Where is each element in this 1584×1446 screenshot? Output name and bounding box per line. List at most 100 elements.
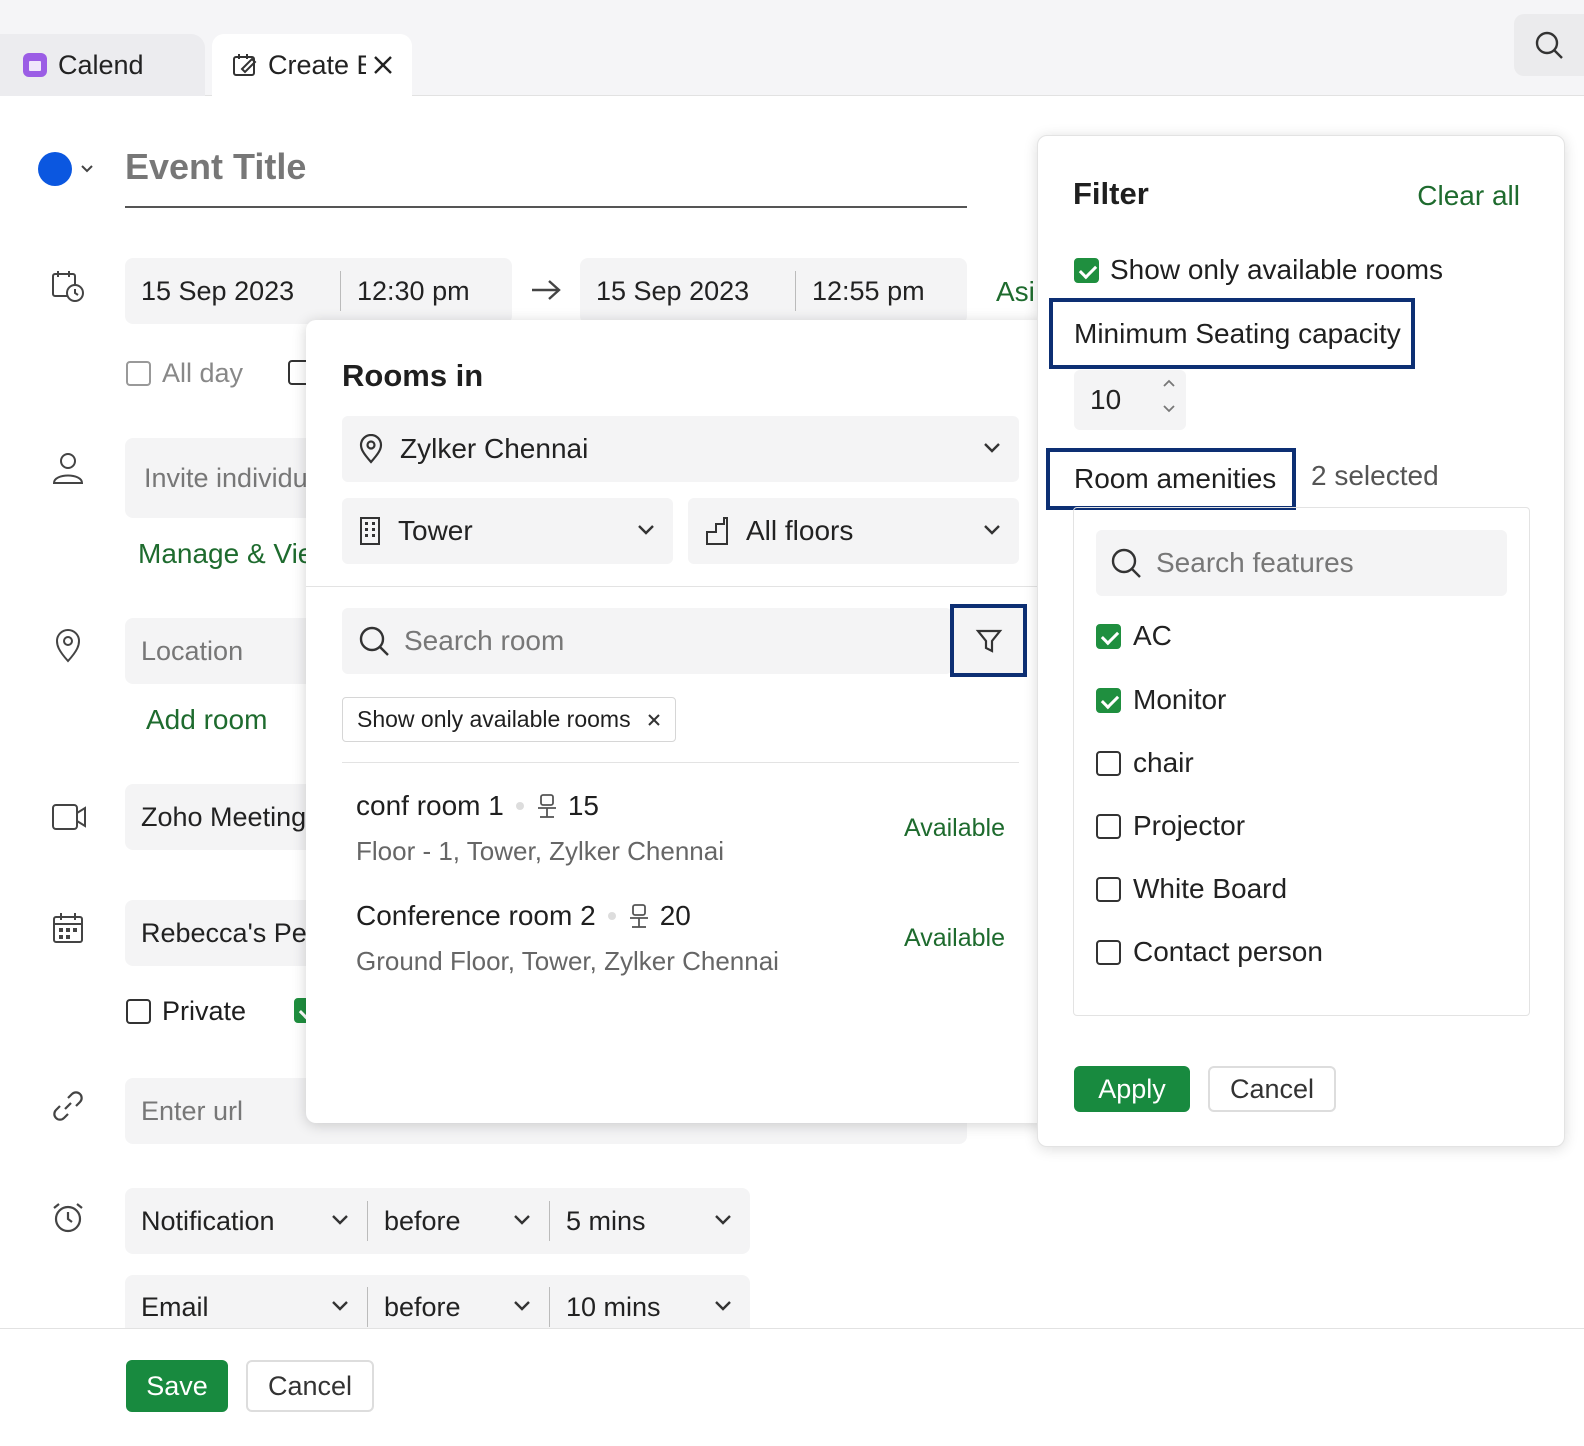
add-room-link[interactable]: Add room xyxy=(146,704,267,736)
reminder-amount-value: 5 mins xyxy=(566,1205,646,1236)
close-icon[interactable] xyxy=(647,713,661,727)
filter-heading: Filter xyxy=(1073,176,1149,211)
amenity-projector[interactable]: Projector xyxy=(1096,810,1245,842)
chevron-down-icon[interactable] xyxy=(1162,404,1176,414)
chevron-down-icon xyxy=(983,442,1001,454)
room-amenities-text: Room amenities xyxy=(1074,463,1277,494)
start-date-input[interactable]: 15 Sep 2023 xyxy=(125,276,340,307)
amenity-white-board[interactable]: White Board xyxy=(1096,873,1287,905)
tab-calendar[interactable]: Calend xyxy=(0,34,205,96)
calendar-edit-icon xyxy=(232,52,258,78)
room-status: Available xyxy=(903,814,1005,842)
floor-select[interactable]: All floors xyxy=(688,498,1019,564)
end-date-input[interactable]: 15 Sep 2023 xyxy=(580,276,795,307)
available-rooms-chip: Show only available rooms xyxy=(342,697,676,742)
tab-create-event[interactable]: Create E xyxy=(212,34,412,96)
feature-search-input[interactable]: Search features xyxy=(1096,530,1507,596)
rooms-heading: Rooms in xyxy=(342,358,484,393)
invite-input[interactable]: Invite individu xyxy=(125,438,325,518)
room-address: Floor - 1, Tower, Zylker Chennai xyxy=(356,836,724,866)
calendar-select[interactable]: Rebecca's Per xyxy=(125,900,325,966)
amenity-label: Projector xyxy=(1133,810,1246,841)
amenity-chair[interactable]: chair xyxy=(1096,747,1194,779)
start-time-input[interactable]: 12:30 pm xyxy=(341,276,470,307)
building-select[interactable]: Tower xyxy=(342,498,673,564)
all-day-label: All day xyxy=(162,358,244,388)
meeting-provider-value: Zoho Meeting xyxy=(141,801,307,832)
search-icon xyxy=(1534,30,1584,60)
tab-bar: Calend Create E xyxy=(0,0,1584,96)
cancel-button[interactable]: Cancel xyxy=(246,1360,374,1412)
room-list-item[interactable]: Conference room 2 20 Ground Floor, Tower… xyxy=(342,896,1019,992)
chevron-down-icon xyxy=(714,1300,732,1312)
available-only-checkbox[interactable]: Show only available rooms xyxy=(1074,254,1443,286)
chevron-down-icon xyxy=(513,1214,531,1226)
room-search-input[interactable]: Search room xyxy=(342,608,952,674)
location-select-value: Zylker Chennai xyxy=(400,433,589,464)
filter-cancel-button[interactable]: Cancel xyxy=(1208,1066,1336,1112)
amenity-check xyxy=(1096,813,1121,839)
reminder-type-value: Notification xyxy=(141,1205,275,1236)
chevron-down-icon xyxy=(637,524,655,536)
room-list-item[interactable]: conf room 1 15 Floor - 1, Tower, Zylker … xyxy=(342,786,1019,882)
separator-dot xyxy=(515,802,524,810)
reminder-amount-select[interactable]: 5 mins xyxy=(550,1188,750,1254)
video-camera-icon xyxy=(50,800,90,840)
private-checkbox[interactable]: Private xyxy=(126,996,246,1027)
reminder-amount-select[interactable]: 10 mins xyxy=(550,1287,750,1327)
close-icon[interactable] xyxy=(372,54,394,76)
invite-placeholder: Invite individu xyxy=(144,462,308,493)
room-status: Available xyxy=(903,924,1005,952)
reminder-when-select[interactable]: before xyxy=(368,1287,549,1327)
amenity-label: White Board xyxy=(1133,873,1288,904)
room-address: Ground Floor, Tower, Zylker Chennai xyxy=(356,946,779,976)
reminder-type-select[interactable]: Notification xyxy=(125,1188,367,1254)
amenity-check xyxy=(1096,687,1121,713)
amenity-ac[interactable]: AC xyxy=(1096,620,1172,652)
divider xyxy=(342,762,1019,763)
event-title-input[interactable]: Event Title xyxy=(125,146,967,208)
filter-button[interactable] xyxy=(950,604,1027,677)
building-select-value: Tower xyxy=(398,515,473,546)
global-search-button[interactable] xyxy=(1514,14,1584,76)
reminder-when-value: before xyxy=(384,1205,461,1236)
timezone-link[interactable]: Asi xyxy=(996,276,1035,308)
alarm-clock-icon xyxy=(50,1200,90,1240)
amenities-count: 2 selected xyxy=(1311,460,1439,491)
location-input[interactable]: Location xyxy=(125,618,325,684)
divider xyxy=(306,586,1046,587)
chevron-down-icon xyxy=(331,1300,349,1312)
reminder-type-select[interactable]: Email xyxy=(125,1287,367,1327)
seating-capacity-label: Minimum Seating capacity xyxy=(1049,298,1415,369)
meeting-provider-select[interactable]: Zoho Meeting xyxy=(125,784,325,850)
room-name: conf room 1 xyxy=(356,790,504,821)
floor-stairs-icon xyxy=(704,516,730,546)
save-button[interactable]: Save xyxy=(126,1360,228,1412)
manage-view-link[interactable]: Manage & Vie xyxy=(138,538,313,570)
feature-search-placeholder: Search features xyxy=(1156,547,1354,578)
amenity-monitor[interactable]: Monitor xyxy=(1096,684,1226,716)
search-icon xyxy=(1110,547,1142,579)
filter-funnel-icon xyxy=(975,627,1003,655)
seating-capacity-value: 10 xyxy=(1090,384,1122,415)
clear-all-link[interactable]: Clear all xyxy=(1417,180,1520,212)
chip-label: Show only available rooms xyxy=(357,706,631,732)
chevron-down-icon xyxy=(80,164,94,174)
calendar-clock-icon xyxy=(50,268,90,308)
seating-capacity-stepper[interactable]: 10 xyxy=(1074,370,1186,430)
apply-button[interactable]: Apply xyxy=(1074,1066,1190,1112)
amenity-label: Contact person xyxy=(1133,936,1323,967)
amenity-label: Monitor xyxy=(1133,684,1227,715)
chair-icon xyxy=(536,793,558,819)
location-select[interactable]: Zylker Chennai xyxy=(342,416,1019,482)
end-time-input[interactable]: 12:55 pm xyxy=(796,276,925,307)
url-placeholder: Enter url xyxy=(141,1095,244,1126)
room-name: Conference room 2 xyxy=(356,900,596,931)
room-capacity: 20 xyxy=(659,900,691,931)
chevron-up-icon[interactable] xyxy=(1162,378,1176,388)
reminder-when-select[interactable]: before xyxy=(368,1188,549,1254)
amenity-check xyxy=(1096,750,1121,776)
all-day-checkbox[interactable]: All day xyxy=(126,358,243,389)
event-color-picker[interactable] xyxy=(38,152,94,186)
amenity-contact-person[interactable]: Contact person xyxy=(1096,936,1323,968)
